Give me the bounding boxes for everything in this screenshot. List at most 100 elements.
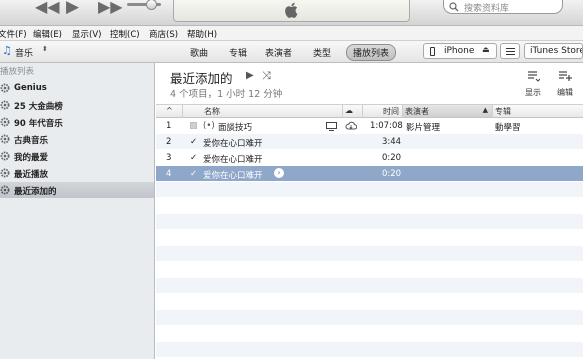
track-number: 4 xyxy=(166,169,172,179)
table-row[interactable]: 2 ✓ 爱你在心口难开 3:44 xyxy=(156,134,583,150)
table-row-selected[interactable]: 4 ✓ 爱你在心口难开 › 0:20 xyxy=(156,166,583,182)
smart-playlist-gear-icon xyxy=(0,168,10,178)
itunes-store-button[interactable]: iTunes Store xyxy=(524,43,583,59)
sidebar-item-classical[interactable]: 古典音乐 xyxy=(0,131,154,147)
track-time: 3:44 xyxy=(382,137,402,147)
table-header: ^ 名称 ☁ 时间 表演者 ▲ 专辑 xyxy=(156,104,583,118)
sidebar-item-favorites[interactable]: 我的最爱 xyxy=(0,148,154,164)
column-album-header[interactable]: 专辑 xyxy=(495,106,511,117)
go-arrow-icon[interactable]: › xyxy=(274,168,284,178)
track-name: 面談技巧 xyxy=(218,123,253,133)
track-number: 3 xyxy=(166,153,172,163)
volume-knob[interactable] xyxy=(146,0,157,10)
play-icon[interactable]: ▶ xyxy=(66,0,79,16)
sidebar-item-label: 最近添加的 xyxy=(14,187,57,197)
unchecked-box[interactable] xyxy=(190,122,197,129)
play-playlist-icon[interactable]: ▶ xyxy=(246,70,254,81)
player-bar: ◀◀ ▶ ▶▶ 搜索资料库 xyxy=(0,0,583,26)
track-number: 2 xyxy=(166,137,172,147)
empty-row xyxy=(156,262,583,278)
track-number: 1 xyxy=(166,121,172,131)
cloud-download-icon[interactable] xyxy=(345,121,357,131)
column-time-header[interactable]: 时间 xyxy=(383,106,399,117)
library-selector[interactable]: ♫ 音乐 ⬍ xyxy=(0,44,50,59)
track-time: 1:07:08 xyxy=(370,121,403,131)
menu-file[interactable]: 文件(F) xyxy=(0,28,27,40)
sidebar: 播放列表 Genius 25 大金曲榜 90 年代音乐 古典音乐 我的最爱 最近… xyxy=(0,63,155,359)
tab-songs[interactable]: 歌曲 xyxy=(190,46,208,59)
checkmark-icon[interactable]: ✓ xyxy=(190,169,197,179)
sort-ascending-icon: ▲ xyxy=(482,106,488,114)
edit-button[interactable]: 编辑 xyxy=(554,69,576,98)
menu-help[interactable]: 帮助(H) xyxy=(187,28,217,40)
column-divider xyxy=(492,105,493,118)
tab-artists[interactable]: 表演者 xyxy=(265,46,292,59)
smart-playlist-gear-icon xyxy=(0,151,10,161)
search-input[interactable]: 搜索资料库 xyxy=(443,0,563,14)
tab-albums[interactable]: 专辑 xyxy=(229,46,247,59)
empty-row xyxy=(156,230,583,246)
menu-controls[interactable]: 控制(C) xyxy=(110,28,140,40)
smart-playlist-gear-icon xyxy=(0,134,10,144)
tab-genres[interactable]: 类型 xyxy=(313,46,331,59)
playlist-title: 最近添加的 xyxy=(170,71,233,86)
next-track-icon[interactable]: ▶▶ xyxy=(98,0,123,15)
track-name: 爱你在心口难开 xyxy=(203,171,263,181)
menu-view[interactable]: 显示(V) xyxy=(72,28,101,40)
sidebar-item-label: 古典音乐 xyxy=(14,136,49,146)
sidebar-item-label: 最近播放 xyxy=(14,170,49,180)
sidebar-item-label: Genius xyxy=(14,83,47,93)
empty-row xyxy=(156,294,583,310)
edit-playlist-icon xyxy=(559,71,572,81)
list-line xyxy=(506,51,515,52)
empty-row xyxy=(156,326,583,342)
column-number-header[interactable]: ^ xyxy=(166,106,173,115)
playlist-view: 最近添加的 ▶ ⤨ 4 个项目，1 小时 12 分钟 显示 编辑 ^ 名称 ☁ … xyxy=(156,63,583,359)
table-row[interactable]: 3 ✓ 爱你在心口难开 0:20 xyxy=(156,150,583,166)
checkmark-icon[interactable]: ✓ xyxy=(190,137,197,147)
sidebar-item-recently-added[interactable]: 最近添加的 xyxy=(0,182,154,198)
now-playing-display xyxy=(173,0,410,22)
empty-row xyxy=(156,342,583,358)
tab-playlists[interactable]: 播放列表 xyxy=(346,44,397,61)
sidebar-item-genius[interactable]: Genius xyxy=(0,80,154,96)
column-name-header[interactable]: 名称 xyxy=(204,106,220,117)
playlist-summary: 4 个项目，1 小时 12 分钟 xyxy=(170,89,283,100)
menu-edit[interactable]: 编辑(E) xyxy=(33,28,62,40)
column-artist-header[interactable]: 表演者 ▲ xyxy=(403,105,492,117)
sidebar-item-top25[interactable]: 25 大金曲榜 xyxy=(0,97,154,113)
navigation-bar: ♫ 音乐 ⬍ 歌曲 专辑 表演者 类型 播放列表 iPhone ⏏ iTunes… xyxy=(0,41,583,63)
smart-playlist-gear-icon xyxy=(0,100,10,110)
empty-row xyxy=(156,214,583,230)
menu-store[interactable]: 商店(S) xyxy=(149,28,178,40)
sidebar-item-recently-played[interactable]: 最近播放 xyxy=(0,165,154,181)
shuffle-icon[interactable]: ⤨ xyxy=(262,69,271,83)
eject-icon[interactable]: ⏏ xyxy=(482,45,490,54)
sidebar-item-label: 我的最爱 xyxy=(14,153,49,163)
track-name: 爱你在心口难开 xyxy=(203,155,263,165)
empty-row xyxy=(156,278,583,294)
show-button[interactable]: 显示 xyxy=(522,69,544,98)
table-row[interactable]: 1 (•) 面談技巧 1:07:08 影片管理 動學習 xyxy=(156,118,583,134)
genius-icon xyxy=(0,83,10,93)
empty-row xyxy=(156,198,583,214)
checkmark-icon[interactable]: ✓ xyxy=(190,153,197,163)
show-label: 显示 xyxy=(525,88,541,97)
track-time: 0:20 xyxy=(382,153,402,163)
previous-track-icon[interactable]: ◀◀ xyxy=(35,0,60,15)
view-options-icon xyxy=(528,71,541,82)
track-name: 爱你在心口难开 xyxy=(203,139,263,149)
track-artist: 影片管理 xyxy=(406,123,441,133)
menu-bar: 文件(F) 编辑(E) 显示(V) 控制(C) 商店(S) 帮助(H) xyxy=(0,26,583,41)
list-menu-button[interactable] xyxy=(500,43,520,59)
track-album: 動學習 xyxy=(495,123,521,133)
search-placeholder: 搜索资料库 xyxy=(464,4,510,14)
cloud-header-icon[interactable]: ☁ xyxy=(345,106,353,115)
empty-rows xyxy=(156,182,583,359)
itunes-window: ◀◀ ▶ ▶▶ 搜索资料库 文件(F) 编辑(E) 显示(V) 控制(C) 商店… xyxy=(0,0,583,359)
sidebar-item-label: 90 年代音乐 xyxy=(14,119,63,129)
search-icon xyxy=(449,2,459,12)
device-button[interactable]: iPhone ⏏ xyxy=(423,43,497,59)
podcast-icon: (•) xyxy=(203,121,215,131)
sidebar-item-90s[interactable]: 90 年代音乐 xyxy=(0,114,154,130)
